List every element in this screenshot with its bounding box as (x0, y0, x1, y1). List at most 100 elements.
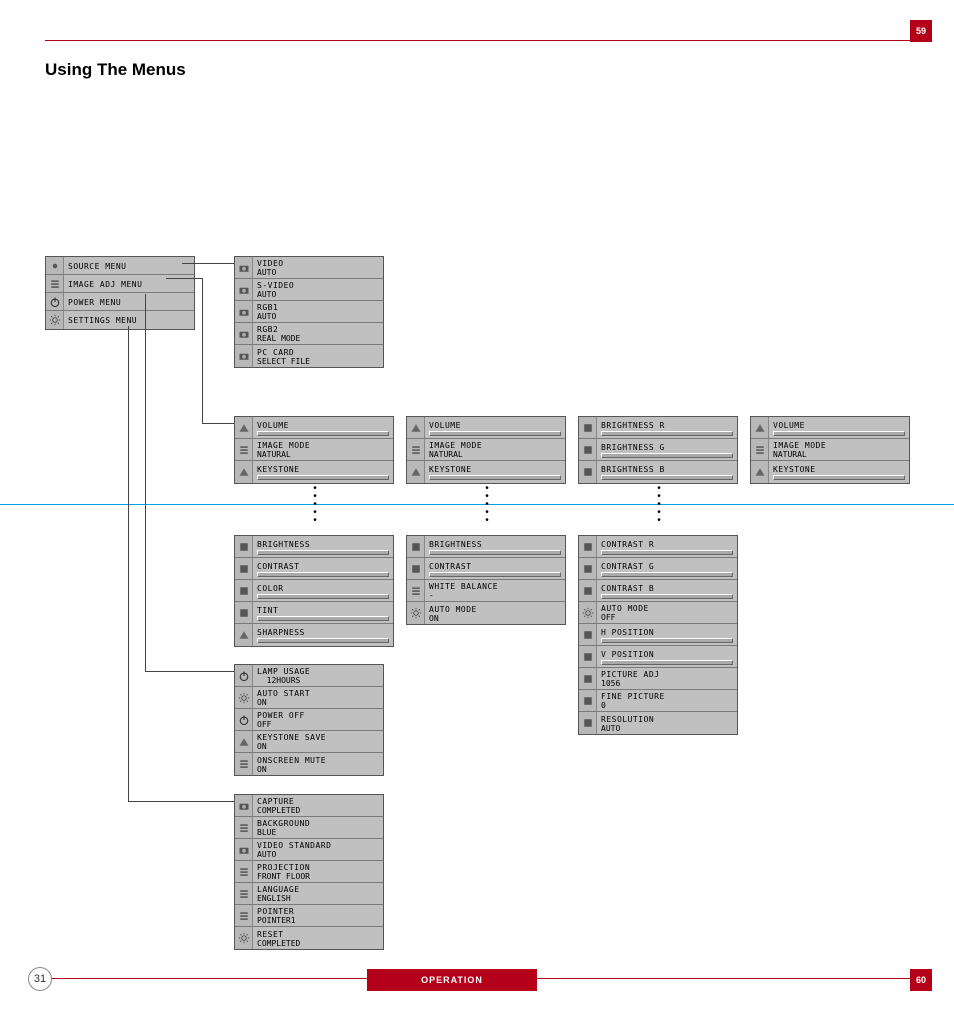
slider-track[interactable] (601, 550, 733, 555)
menu-row[interactable]: SOURCE MENU (46, 257, 194, 275)
slider-track[interactable] (601, 475, 733, 480)
menu-row[interactable]: KEYSTONE (751, 461, 909, 483)
menu-row[interactable]: POWER OFFOFF (235, 709, 383, 731)
menu-row[interactable]: RESETCOMPLETED (235, 927, 383, 949)
menu-row[interactable]: CONTRAST G (579, 558, 737, 580)
menu-row[interactable]: VOLUME (235, 417, 393, 439)
slider-track[interactable] (601, 594, 733, 599)
menu-row[interactable]: PC CARDSELECT FILE (235, 345, 383, 367)
menu-row[interactable]: SHARPNESS (235, 624, 393, 646)
slider-track[interactable] (257, 616, 389, 621)
menu-row[interactable]: AUTO STARTON (235, 687, 383, 709)
menu-icon (235, 580, 253, 601)
menu-icon (579, 668, 597, 689)
slider-track[interactable] (601, 453, 733, 458)
menu-cell: AUTO MODEOFF (597, 602, 737, 623)
menu-row[interactable]: KEYSTONE (235, 461, 393, 483)
connector (182, 263, 234, 264)
menu-label: PROJECTION (257, 863, 379, 872)
menu-row[interactable]: AUTO MODEOFF (579, 602, 737, 624)
slider-track[interactable] (257, 572, 389, 577)
menu-icon (46, 257, 64, 274)
menu-label: RESOLUTION (601, 715, 733, 724)
menu-row[interactable]: RGB2REAL MODE (235, 323, 383, 345)
menu-row[interactable]: CONTRAST (235, 558, 393, 580)
slider-track[interactable] (429, 572, 561, 577)
menu-icon (46, 275, 64, 292)
menu-row[interactable]: VIDEO STANDARDAUTO (235, 839, 383, 861)
menu-row[interactable]: IMAGE MODENATURAL (407, 439, 565, 461)
menu-row[interactable]: VOLUME (751, 417, 909, 439)
menu-row[interactable]: LAMP USAGE 12HOURS (235, 665, 383, 687)
menu-row[interactable]: VIDEOAUTO (235, 257, 383, 279)
menu-cell: CONTRAST B (597, 580, 737, 601)
menu-icon (579, 461, 597, 483)
slider-track[interactable] (601, 638, 733, 643)
slider-track[interactable] (257, 638, 389, 643)
slider-track[interactable] (601, 572, 733, 577)
menu-icon (751, 439, 769, 460)
menu-value: COMPLETED (257, 939, 379, 948)
slider-track[interactable] (429, 475, 561, 480)
menu-row[interactable]: POINTERPOINTER1 (235, 905, 383, 927)
slider-track[interactable] (601, 431, 733, 436)
slider-track[interactable] (601, 660, 733, 665)
menu-icon (235, 927, 253, 949)
slider-track[interactable] (257, 475, 389, 480)
menu-label: AUTO MODE (429, 605, 561, 614)
slider-track[interactable] (773, 431, 905, 436)
slider-track[interactable] (257, 594, 389, 599)
menu-row[interactable]: AUTO MODEON (407, 602, 565, 624)
slider-track[interactable] (257, 550, 389, 555)
menu-cell: CONTRAST G (597, 558, 737, 579)
menu-row[interactable]: KEYSTONE (407, 461, 565, 483)
slider-track[interactable] (429, 550, 561, 555)
menu-row[interactable]: KEYSTONE SAVEON (235, 731, 383, 753)
menu-row[interactable]: WHITE BALANCE- (407, 580, 565, 602)
menu-row[interactable]: CONTRAST R (579, 536, 737, 558)
menu-cell: AUTO MODEON (425, 602, 565, 624)
menu-icon (235, 817, 253, 838)
menu-row[interactable]: PROJECTIONFRONT FLOOR (235, 861, 383, 883)
menu-row[interactable]: RESOLUTIONAUTO (579, 712, 737, 734)
menu-label: IMAGE ADJ MENU (68, 280, 190, 289)
menu-row[interactable]: BACKGROUNDBLUE (235, 817, 383, 839)
page-number-top: 59 (910, 20, 932, 42)
menu-row[interactable]: V POSITION (579, 646, 737, 668)
menu-row[interactable]: CONTRAST (407, 558, 565, 580)
menu-row[interactable]: PICTURE ADJ1056 (579, 668, 737, 690)
menu-label: RGB1 (257, 303, 379, 312)
menu-row[interactable]: FINE PICTURE0 (579, 690, 737, 712)
menu-row[interactable]: CONTRAST B (579, 580, 737, 602)
menu-row[interactable]: IMAGE MODENATURAL (751, 439, 909, 461)
menu-row[interactable]: BRIGHTNESS (407, 536, 565, 558)
menu-row[interactable]: IMAGE MODENATURAL (235, 439, 393, 461)
menu-row[interactable]: BRIGHTNESS G (579, 439, 737, 461)
menu-row[interactable]: SETTINGS MENU (46, 311, 194, 329)
slider-track[interactable] (257, 431, 389, 436)
menu-row[interactable]: VOLUME (407, 417, 565, 439)
menu-row[interactable]: S-VIDEOAUTO (235, 279, 383, 301)
menu-row[interactable]: COLOR (235, 580, 393, 602)
slider-track[interactable] (429, 431, 561, 436)
menu-label: COLOR (257, 584, 389, 593)
menu-label: S-VIDEO (257, 281, 379, 290)
menu-row[interactable]: RGB1AUTO (235, 301, 383, 323)
menu-row[interactable]: BRIGHTNESS (235, 536, 393, 558)
menu-row[interactable]: POWER MENU (46, 293, 194, 311)
menu-cell: S-VIDEOAUTO (253, 279, 383, 300)
slider-track[interactable] (773, 475, 905, 480)
menu-row[interactable]: H POSITION (579, 624, 737, 646)
menu-cell: CONTRAST (253, 558, 393, 579)
menu-row[interactable]: BRIGHTNESS B (579, 461, 737, 483)
menu-cell: VOLUME (425, 417, 565, 438)
image-adj-b-top: VOLUMEIMAGE MODENATURALKEYSTONE (406, 416, 566, 484)
menu-icon (235, 279, 253, 300)
menu-row[interactable]: ONSCREEN MUTEON (235, 753, 383, 775)
menu-row[interactable]: CAPTURECOMPLETED (235, 795, 383, 817)
menu-cell: SHARPNESS (253, 624, 393, 646)
menu-icon (235, 624, 253, 646)
menu-row[interactable]: BRIGHTNESS R (579, 417, 737, 439)
menu-row[interactable]: LANGUAGEENGLISH (235, 883, 383, 905)
menu-row[interactable]: TINT (235, 602, 393, 624)
